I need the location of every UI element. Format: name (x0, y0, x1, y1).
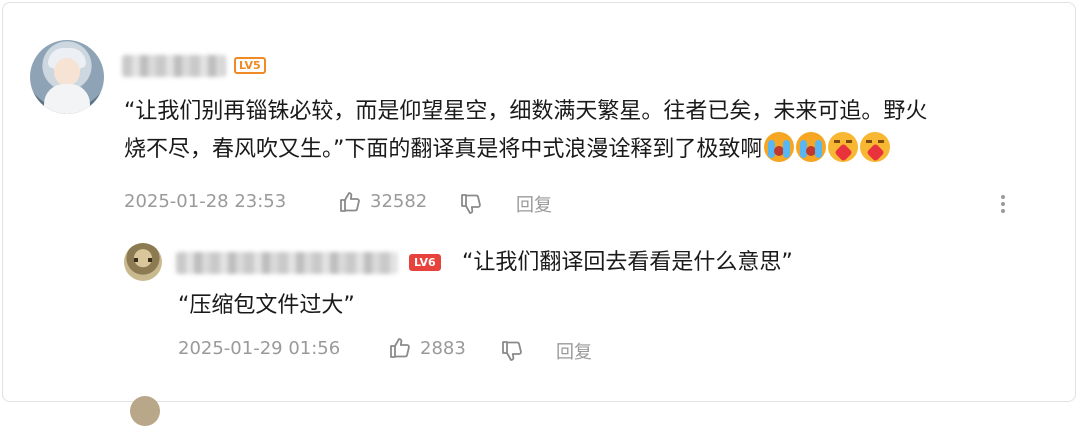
next-avatar-partial (130, 396, 160, 426)
comment-text-line-2: 烧不尽，春风吹又生。”下面的翻译真是将中式浪漫诠释到了极致啊 (124, 137, 763, 162)
hug-heart-emoji-icon (828, 132, 859, 162)
reply-text-line-2: “压缩包文件过大” (178, 293, 355, 318)
reply-username-blurred[interactable] (176, 252, 398, 274)
username-blurred[interactable] (122, 55, 226, 77)
avatar[interactable] (30, 40, 104, 114)
crying-emoji-icon (796, 132, 827, 162)
crying-emoji-icon (764, 132, 795, 162)
reply-like-count: 2883 (420, 338, 466, 359)
more-options-icon[interactable] (998, 192, 1008, 216)
thumbs-up-icon[interactable] (338, 190, 362, 214)
timestamp: 2025-01-28 23:53 (124, 191, 287, 212)
comment-text-line: “让我们别再锱铢必较，而是仰望星空，细数满天繁星。往者已矣，未来可追。野火 (124, 99, 928, 124)
reply-button[interactable]: 回复 (516, 191, 552, 217)
reply-thumbs-up-icon[interactable] (388, 336, 412, 360)
level-badge: LV5 (234, 57, 266, 74)
reply-timestamp: 2025-01-29 01:56 (178, 338, 341, 359)
reply-thumbs-down-icon[interactable] (500, 339, 524, 363)
reply-reply-button[interactable]: 回复 (556, 338, 592, 364)
reply-avatar[interactable] (124, 243, 162, 281)
reply-text-line-1: “让我们翻译回去看看是什么意思” (462, 250, 793, 275)
like-count: 32582 (370, 191, 428, 212)
comment-text-line: 烧不尽，春风吹又生。”下面的翻译真是将中式浪漫诠释到了极致啊 (124, 131, 1044, 169)
comment-text: “让我们别再锱铢必较，而是仰望星空，细数满天繁星。往者已矣，未来可追。野火 烧不… (124, 93, 1044, 169)
reply-level-badge: LV6 (409, 254, 441, 271)
thumbs-down-icon[interactable] (459, 192, 483, 216)
hug-heart-emoji-icon (860, 132, 891, 162)
